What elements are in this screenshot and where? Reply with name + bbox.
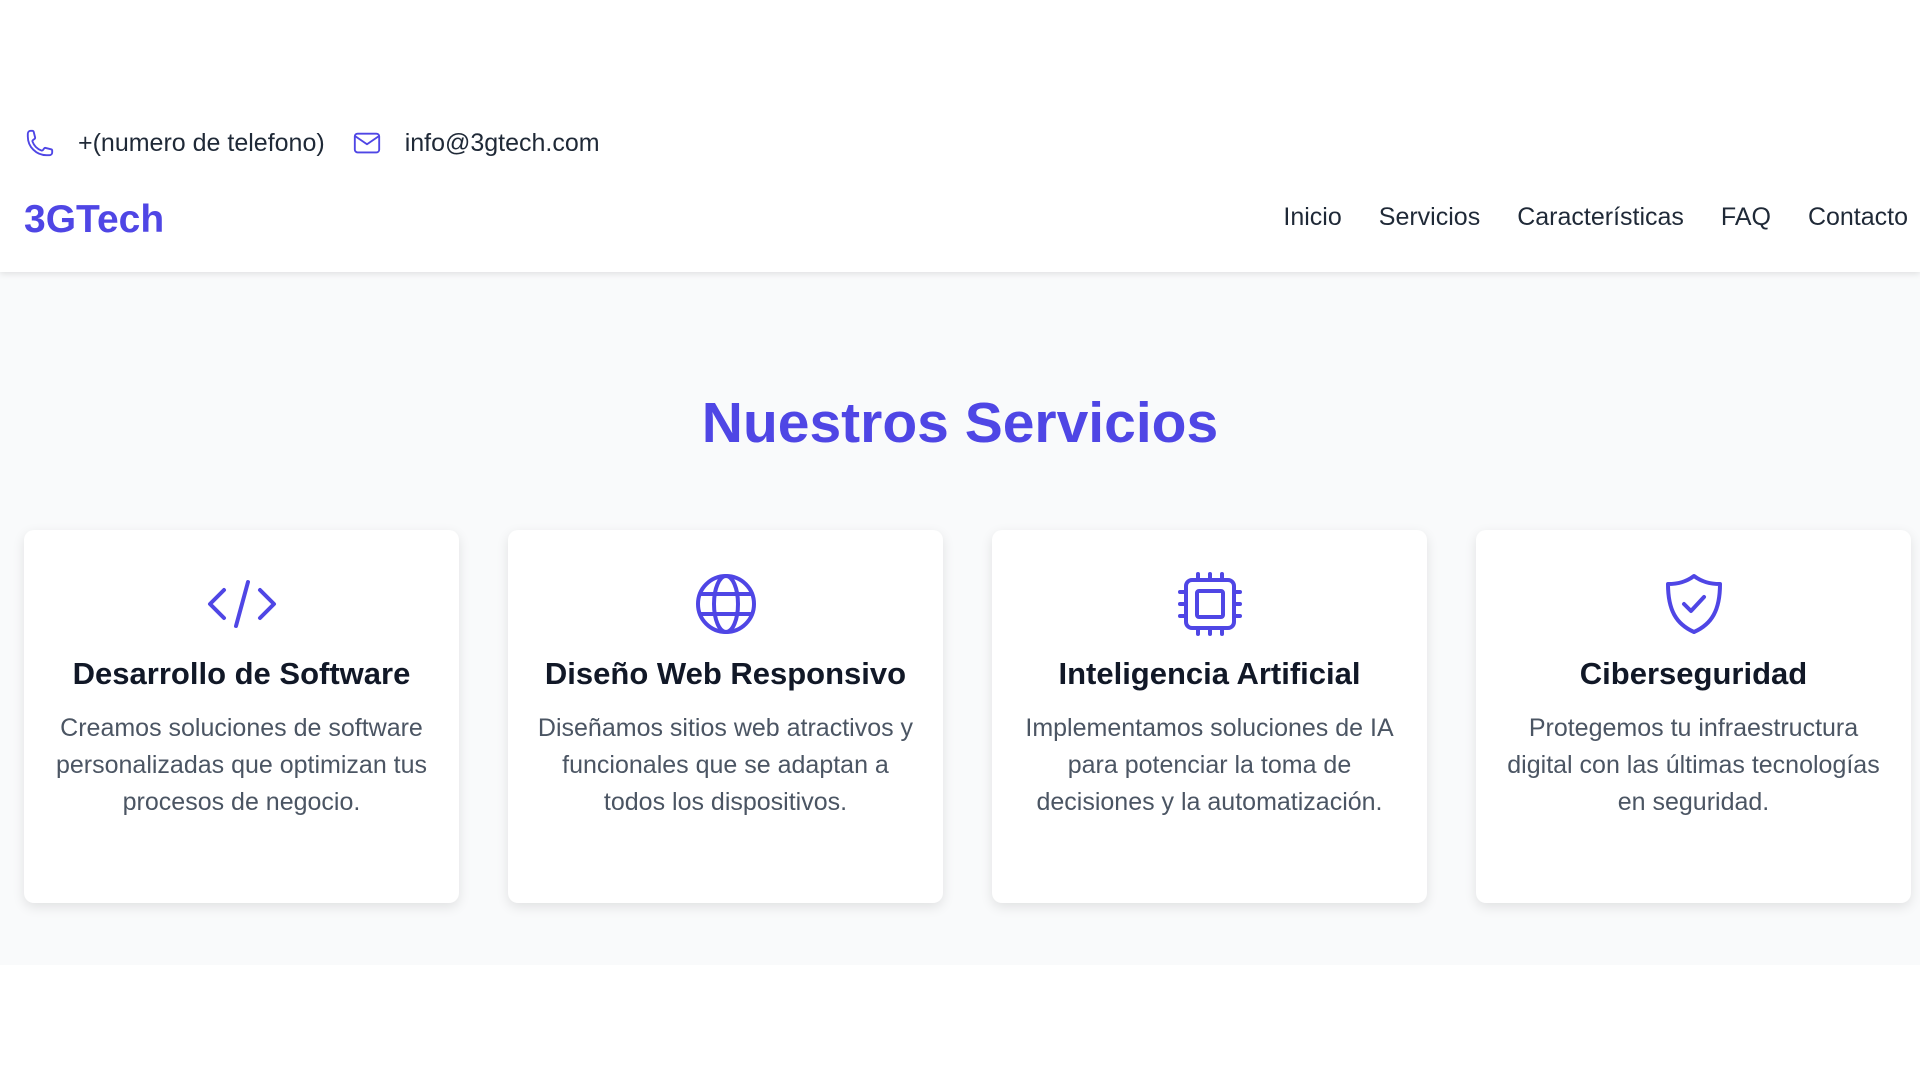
service-cards: Desarrollo de Software Creamos solucione… — [24, 530, 1911, 903]
chip-icon — [1177, 572, 1242, 636]
service-card-description: Protegemos tu infraestructura digital co… — [1507, 714, 1880, 816]
phone-icon — [24, 127, 56, 159]
service-card-title: Inteligencia Artificial — [1058, 656, 1361, 691]
service-card-description: Creamos soluciones de software personali… — [55, 714, 428, 816]
nav-link-servicios[interactable]: Servicios — [1379, 203, 1480, 232]
service-card-title: Diseño Web Responsivo — [544, 656, 907, 691]
service-card-software: Desarrollo de Software Creamos solucione… — [24, 530, 459, 903]
main-nav: Inicio Servicios Características FAQ Con… — [1283, 203, 1908, 232]
nav-link-inicio[interactable]: Inicio — [1283, 203, 1341, 232]
code-icon — [207, 580, 276, 628]
email-address[interactable]: info@3gtech.com — [405, 129, 600, 158]
service-card-title: Ciberseguridad — [1579, 656, 1808, 691]
phone-number: +(numero de telefono) — [78, 128, 325, 157]
site-header: +(numero de telefono) info@3gtech.com 3G… — [0, 0, 1920, 272]
nav-link-faq[interactable]: FAQ — [1721, 203, 1771, 232]
contact-bar: +(numero de telefono) info@3gtech.com — [24, 123, 600, 163]
service-card-web-design: Diseño Web Responsivo Diseñamos sitios w… — [508, 530, 943, 903]
globe-icon — [695, 574, 756, 634]
shield-check-icon — [1665, 574, 1722, 634]
section-title: Nuestros Servicios — [701, 391, 1219, 455]
service-card-cybersecurity: Ciberseguridad Protegemos tu infraestruc… — [1476, 530, 1911, 903]
service-card-description: Diseñamos sitios web atractivos y funcio… — [537, 714, 914, 816]
site-logo[interactable]: 3GTech — [24, 198, 164, 242]
nav-link-caracteristicas[interactable]: Características — [1517, 203, 1684, 232]
service-card-description: Implementamos soluciones de IA para pote… — [1025, 714, 1394, 816]
service-card-title: Desarrollo de Software — [72, 656, 411, 691]
nav-link-contacto[interactable]: Contacto — [1808, 203, 1908, 232]
mail-icon — [351, 127, 383, 159]
service-card-ai: Inteligencia Artificial Implementamos so… — [992, 530, 1427, 903]
services-section: Nuestros Servicios Desarrollo de Softwar… — [0, 272, 1920, 965]
